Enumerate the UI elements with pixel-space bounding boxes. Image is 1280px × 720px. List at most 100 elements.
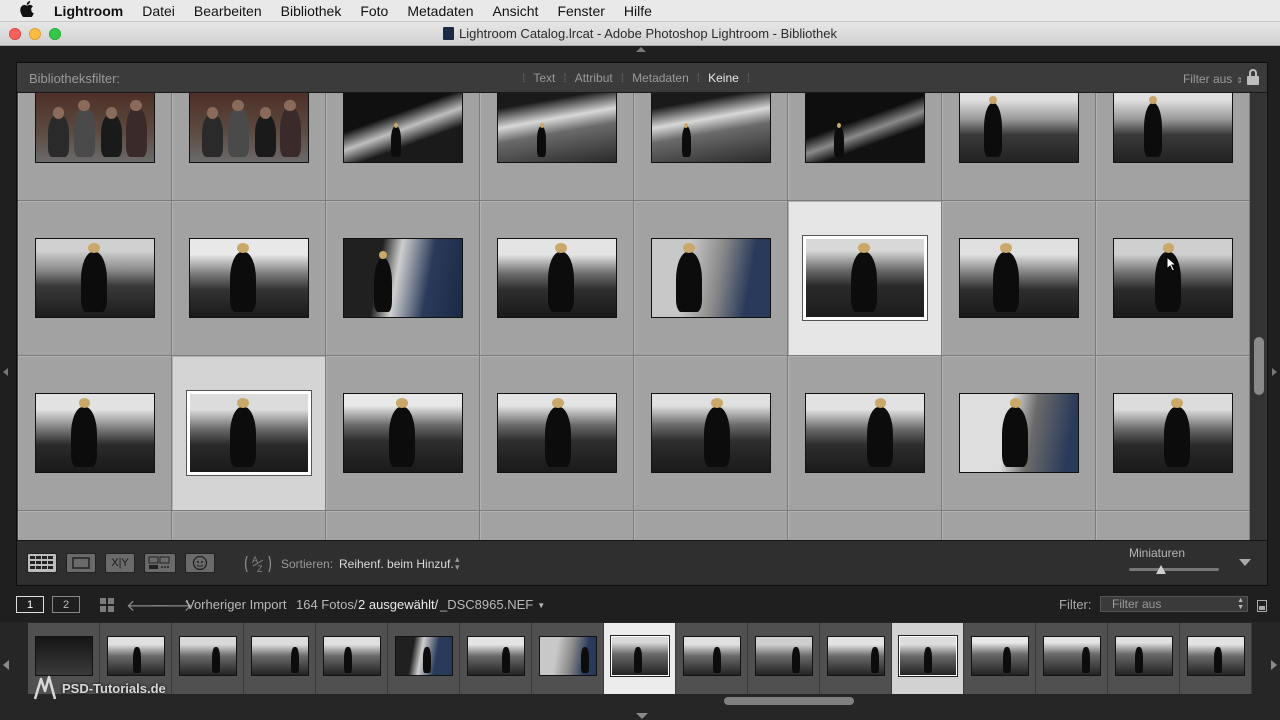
grid-cell[interactable] [942,356,1096,511]
filmstrip-cell[interactable] [964,623,1036,694]
filmstrip-thumbnail[interactable] [1187,636,1245,676]
filter-option-attribut[interactable]: Attribut [575,71,613,85]
grid-cell[interactable] [788,93,942,201]
filmstrip-thumbnail[interactable] [610,635,670,677]
filmstrip-cell[interactable] [1180,623,1252,694]
grid-icon[interactable] [100,598,115,612]
grid-cell[interactable] [788,356,942,511]
menu-metadaten[interactable]: Metadaten [407,3,473,19]
photo-thumbnail[interactable] [651,93,771,163]
filmstrip-thumbnail[interactable] [179,636,237,676]
sort-order-dropdown[interactable]: Reihenf. beim Hinzuf. [339,557,454,571]
grid-scrollbar-thumb[interactable] [1254,337,1264,395]
filter-option-text[interactable]: Text [533,71,555,85]
grid-cell[interactable] [18,93,172,201]
grid-cell[interactable] [172,356,326,511]
grid-cell[interactable] [480,356,634,511]
grid-cell[interactable] [788,511,942,540]
menu-datei[interactable]: Datei [142,3,175,19]
grid-cell[interactable] [172,201,326,356]
photo-thumbnail[interactable] [802,235,928,321]
photo-thumbnail[interactable] [186,390,312,476]
photo-thumbnail[interactable] [1113,393,1233,473]
grid-cell[interactable] [18,511,172,540]
menu-foto[interactable]: Foto [360,3,388,19]
photo-thumbnail[interactable] [35,393,155,473]
menu-fenster[interactable]: Fenster [557,3,604,19]
filmstrip-thumbnail[interactable] [1115,636,1173,676]
grid-cell[interactable] [480,511,634,540]
grid-cell[interactable] [942,201,1096,356]
grid-cell[interactable] [1096,93,1250,201]
people-view-button[interactable] [185,553,215,573]
filmstrip-cell[interactable] [820,623,892,694]
photo-thumbnail[interactable] [1113,238,1233,318]
apple-menu-icon[interactable] [18,0,36,21]
filmstrip-thumbnail[interactable] [395,636,453,676]
thumbnail-size-slider[interactable] [1129,568,1219,571]
chevron-updown-icon[interactable]: ▴ ▾ [455,555,460,572]
filmstrip-cell[interactable] [388,623,460,694]
filmstrip-cell[interactable] [1108,623,1180,694]
filmstrip-source[interactable]: Vorheriger Import [186,597,286,612]
show-top-panel-icon[interactable] [636,47,646,52]
photo-thumbnail[interactable] [1113,93,1233,163]
photo-thumbnail[interactable] [651,393,771,473]
grid-cell[interactable] [18,201,172,356]
filmstrip-thumbnail[interactable] [1043,636,1101,676]
grid-cell[interactable] [172,93,326,201]
filter-option-metadaten[interactable]: Metadaten [632,71,689,85]
grid-cell[interactable] [326,93,480,201]
photo-thumbnail[interactable] [959,393,1079,473]
photo-thumbnail[interactable] [189,238,309,318]
filmstrip-cell[interactable] [244,623,316,694]
photo-thumbnail[interactable] [343,393,463,473]
photo-thumbnail[interactable] [343,93,463,163]
filmstrip-cell[interactable] [172,623,244,694]
menu-ansicht[interactable]: Ansicht [493,3,539,19]
filmstrip-cell[interactable] [460,623,532,694]
hide-filmstrip-icon[interactable] [636,713,648,719]
show-left-panel-icon[interactable] [3,660,9,670]
grid-cell[interactable] [788,201,942,356]
filmstrip-thumbnail[interactable] [827,636,885,676]
filmstrip-thumbnail[interactable] [251,636,309,676]
menu-lightroom[interactable]: Lightroom [54,3,123,19]
loupe-view-button[interactable] [66,553,96,573]
filmstrip-filter-select[interactable]: Filter aus ▲ ▼ [1100,596,1248,612]
grid-cell[interactable] [1096,356,1250,511]
photo-thumbnail[interactable] [959,238,1079,318]
menu-bibliothek[interactable]: Bibliothek [281,3,342,19]
photo-thumbnail[interactable] [343,238,463,318]
filmstrip-cell[interactable] [748,623,820,694]
photo-thumbnail[interactable] [497,93,617,163]
menu-hilfe[interactable]: Hilfe [624,3,652,19]
filmstrip-cell[interactable] [676,623,748,694]
filmstrip-thumbnail[interactable] [539,636,597,676]
grid-cell[interactable] [326,511,480,540]
lock-icon[interactable] [1247,69,1259,85]
filmstrip-thumbnail[interactable] [971,636,1029,676]
secondary-window-button[interactable]: 2 [52,596,80,613]
survey-view-button[interactable] [144,553,176,573]
grid-cell[interactable] [634,93,788,201]
grid-cell[interactable] [326,201,480,356]
grid-cell[interactable] [480,201,634,356]
grid-cell[interactable] [942,93,1096,201]
sort-direction-icon[interactable]: AZ [243,552,273,576]
photo-thumbnail[interactable] [651,238,771,318]
toolbar-options-chevron-down-icon[interactable] [1239,559,1251,566]
photo-thumbnail[interactable] [805,393,925,473]
photo-thumbnail[interactable] [189,93,309,163]
photo-thumbnail[interactable] [805,93,925,163]
filmstrip-cell[interactable] [532,623,604,694]
photo-thumbnail[interactable] [959,93,1079,163]
grid-cell[interactable] [480,93,634,201]
filmstrip-scrollbar-thumb[interactable] [724,697,854,705]
show-right-panel-icon[interactable] [1271,660,1277,670]
thumbnail-size-slider-handle[interactable] [1155,565,1166,574]
show-right-panel-icon[interactable] [1272,368,1277,376]
filter-switch-icon[interactable] [1257,600,1267,612]
grid-cell[interactable] [634,511,788,540]
grid-vertical-scrollbar[interactable] [1250,93,1266,540]
